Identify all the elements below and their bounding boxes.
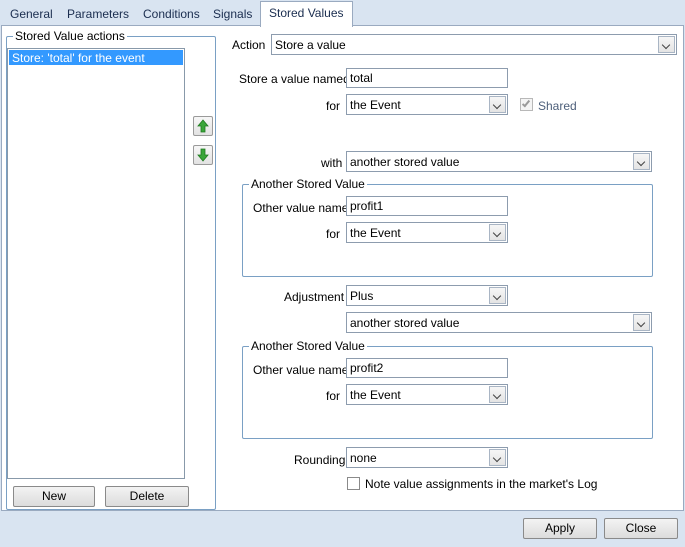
adjustment-select-value: Plus	[350, 289, 374, 303]
chevron-down-icon	[489, 224, 506, 241]
note-log-label: Note value assignments in the market's L…	[365, 477, 598, 491]
group-1-name-label: Other value name	[253, 201, 349, 215]
group-2-title: Another Stored Value	[249, 339, 367, 353]
chevron-down-icon	[489, 449, 506, 466]
group-1-title: Another Stored Value	[249, 177, 367, 191]
group-2-for-label: for	[326, 389, 341, 403]
arrow-up-icon	[197, 119, 209, 133]
action-label: Action	[232, 38, 266, 52]
adjustment-with-select[interactable]: another stored value	[346, 312, 652, 333]
footer-bar: Apply Close	[0, 511, 685, 547]
chevron-down-icon	[489, 96, 506, 113]
action-select-value: Store a value	[275, 38, 346, 52]
tab-signals[interactable]: Signals	[205, 3, 260, 25]
with-label: with	[321, 156, 343, 170]
rounding-label: Rounding	[294, 453, 346, 467]
with-select-value: another stored value	[350, 155, 460, 169]
group-1-for-label: for	[326, 227, 341, 241]
list-item[interactable]: Store: 'total' for the event	[9, 50, 183, 65]
move-up-button[interactable]	[193, 116, 213, 136]
note-log-checkbox[interactable]	[347, 477, 360, 490]
adjustment-label: Adjustment	[284, 290, 345, 304]
stored-value-actions-title: Stored Value actions	[13, 29, 127, 43]
checkmark-icon	[521, 98, 531, 108]
group-1-name-input[interactable]: profit1	[346, 196, 508, 216]
tab-general[interactable]: General	[2, 3, 61, 25]
chevron-down-icon	[633, 314, 650, 331]
shared-checkbox[interactable]	[520, 98, 533, 111]
chevron-down-icon	[489, 287, 506, 304]
rounding-select-value: none	[350, 451, 377, 465]
group-2-for-select[interactable]: the Event	[346, 384, 508, 405]
tab-bar: General Parameters Conditions Signals St…	[0, 0, 685, 27]
adjustment-select[interactable]: Plus	[346, 285, 508, 306]
move-down-button[interactable]	[193, 145, 213, 165]
shared-label: Shared	[538, 99, 577, 113]
with-select[interactable]: another stored value	[346, 151, 652, 172]
chevron-down-icon	[489, 386, 506, 403]
stored-values-panel: Stored Value actions Store: 'total' for …	[1, 25, 684, 511]
arrow-down-icon	[197, 148, 209, 162]
rounding-select[interactable]: none	[346, 447, 508, 468]
delete-button[interactable]: Delete	[105, 486, 189, 507]
group-1-for-select[interactable]: the Event	[346, 222, 508, 243]
store-named-label: Store a value named	[239, 72, 350, 86]
tab-parameters[interactable]: Parameters	[59, 3, 137, 25]
group-2-name-label: Other value name	[253, 363, 349, 377]
for-select-value: the Event	[350, 98, 401, 112]
tab-stored-values[interactable]: Stored Values	[260, 1, 353, 27]
chevron-down-icon	[658, 36, 675, 53]
group-2-name-input[interactable]: profit2	[346, 358, 508, 378]
apply-button[interactable]: Apply	[523, 518, 597, 539]
chevron-down-icon	[633, 153, 650, 170]
adjustment-with-value: another stored value	[350, 316, 460, 330]
for-select[interactable]: the Event	[346, 94, 508, 115]
store-named-input[interactable]: total	[346, 68, 508, 88]
stored-value-actions-list[interactable]: Store: 'total' for the event	[7, 48, 185, 479]
group-1-for-value: the Event	[350, 226, 401, 240]
close-button[interactable]: Close	[604, 518, 678, 539]
for-label: for	[326, 99, 341, 113]
tab-conditions[interactable]: Conditions	[135, 3, 208, 25]
group-2-for-value: the Event	[350, 388, 401, 402]
action-select[interactable]: Store a value	[271, 34, 677, 55]
new-button[interactable]: New	[13, 486, 95, 507]
